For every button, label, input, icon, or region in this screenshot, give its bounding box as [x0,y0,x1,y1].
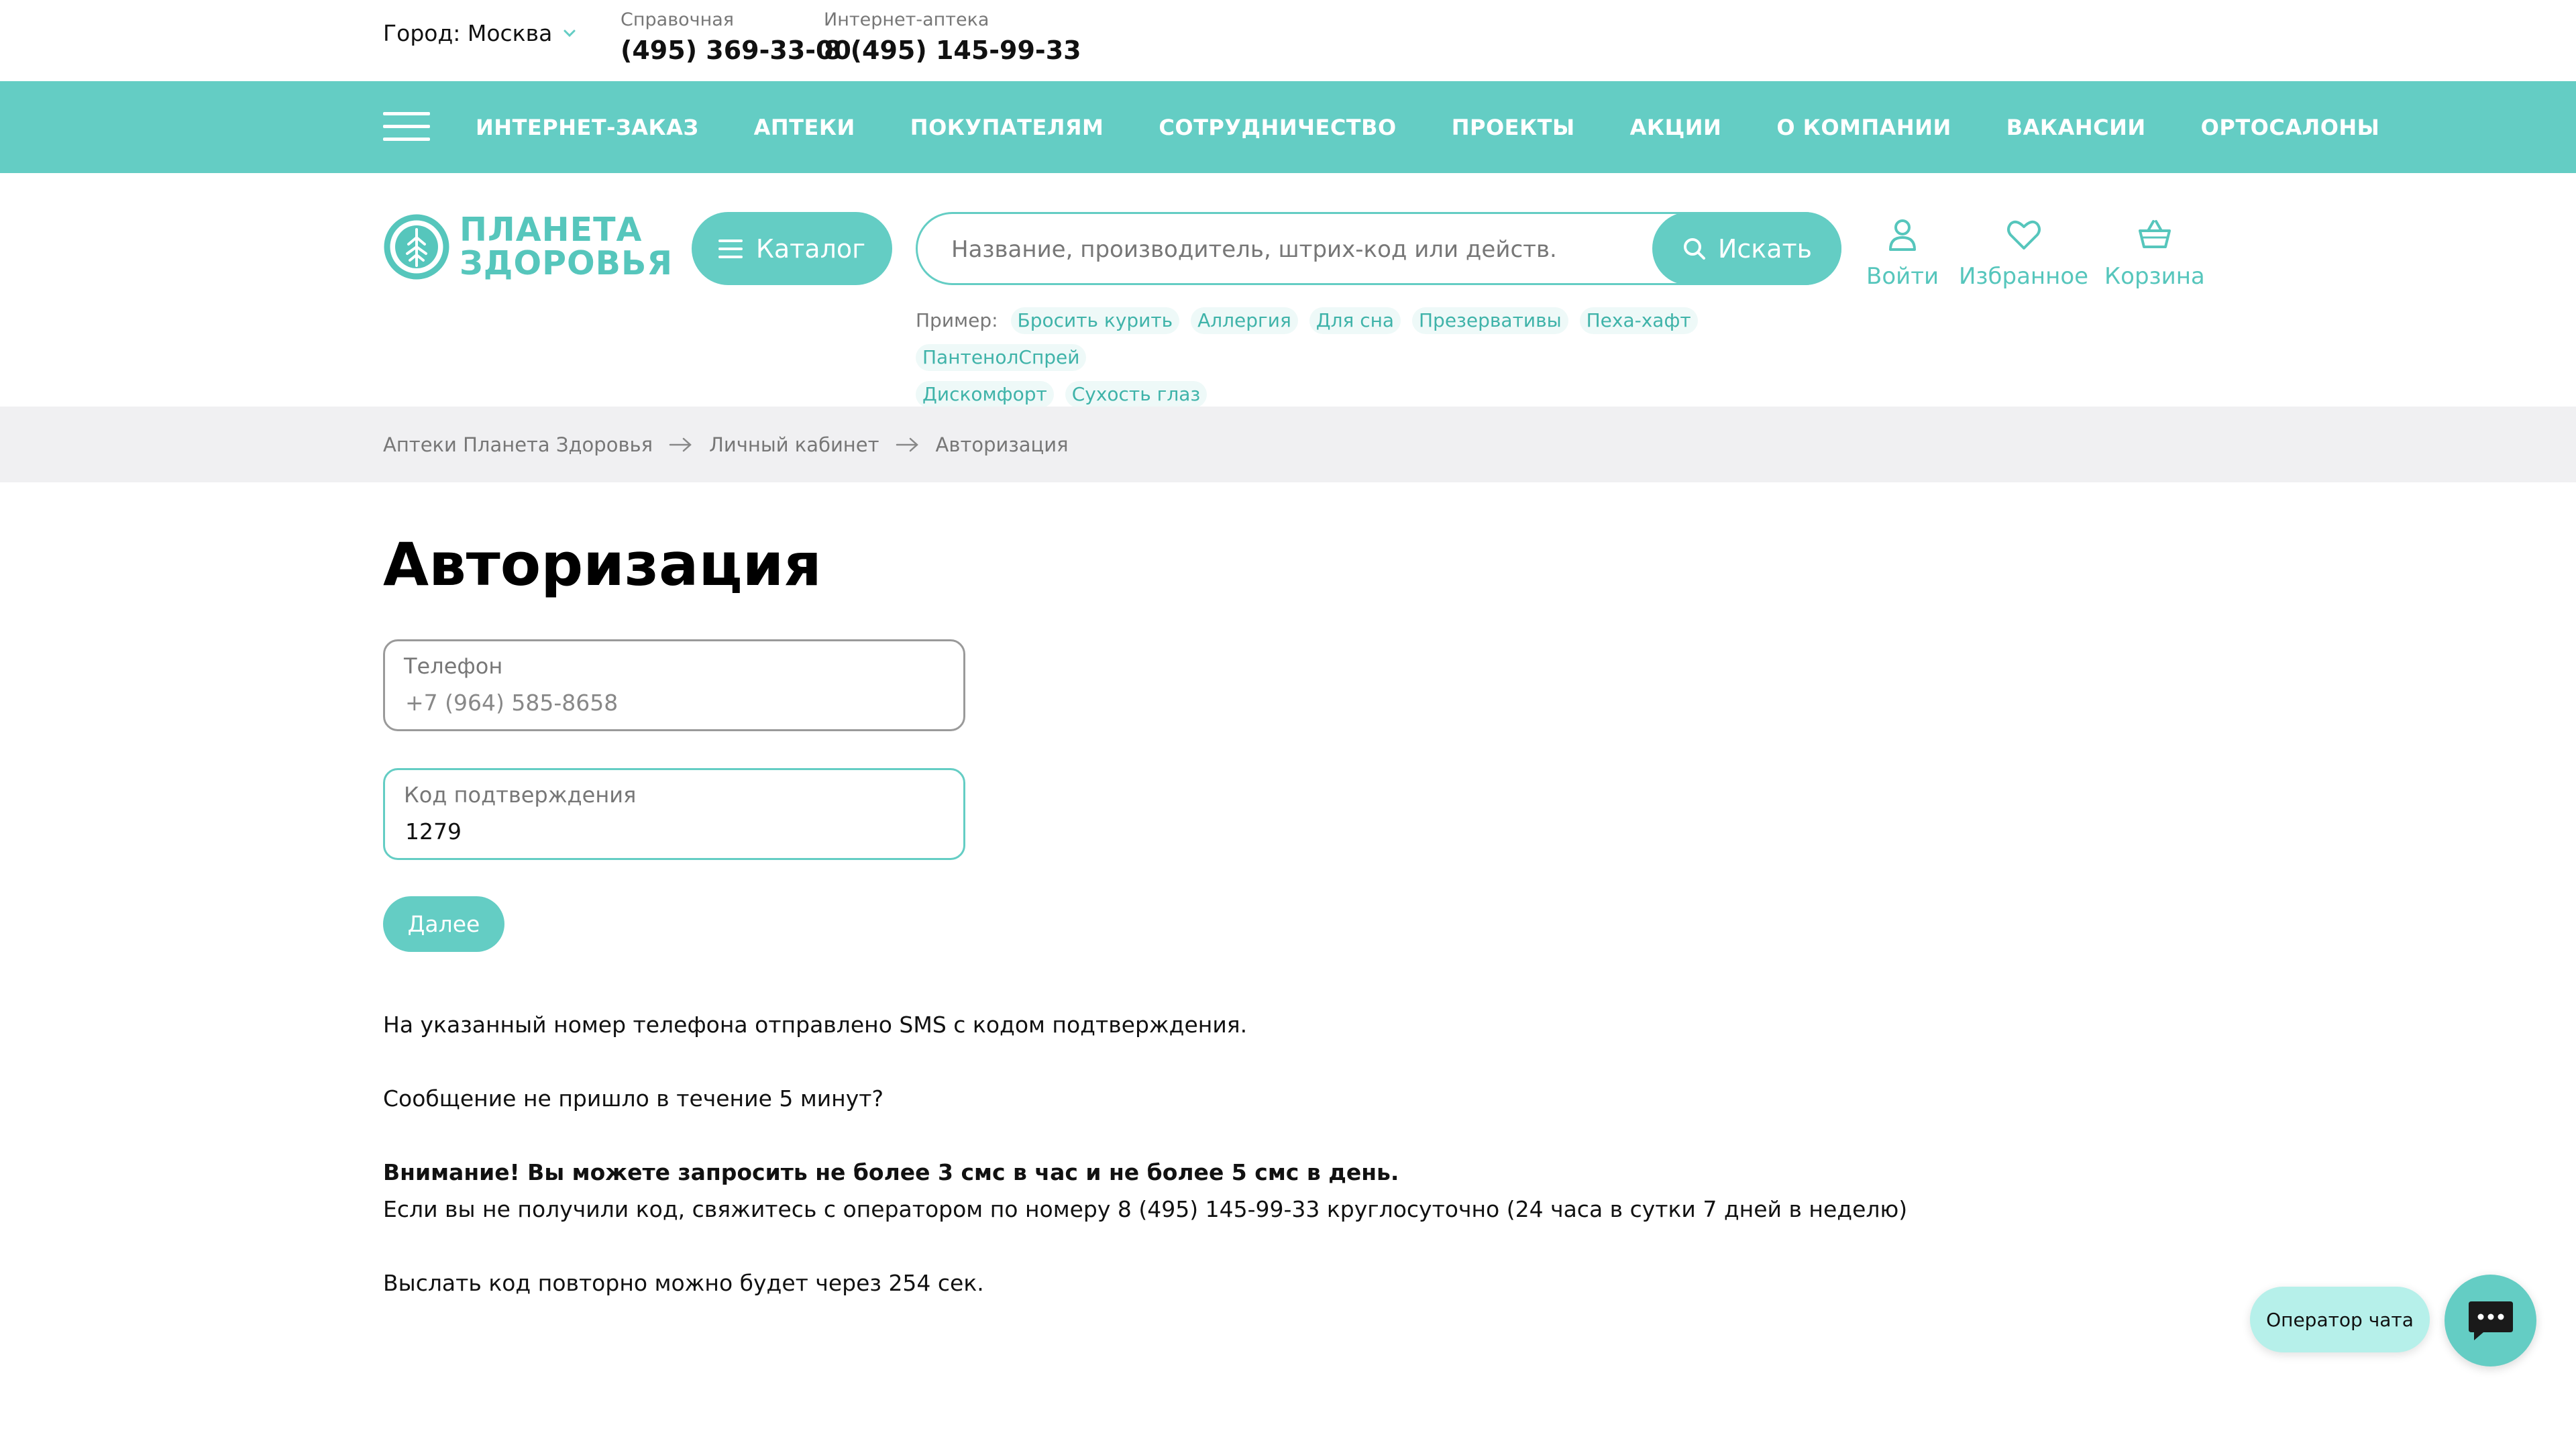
example-chip[interactable]: Для сна [1309,307,1401,334]
user-icon [1889,219,1917,251]
cart-link[interactable]: Корзина [2104,216,2205,290]
next-button[interactable]: Далее [383,896,504,952]
arrow-right-icon [896,437,918,451]
city-selector[interactable]: Город: Москва [383,20,578,46]
logo[interactable]: ПЛАНЕТА ЗДОРОВЬЯ [383,213,673,280]
menu-icon[interactable] [383,112,430,143]
cart-label: Корзина [2104,263,2205,290]
nav-item-about[interactable]: О КОМПАНИИ [1776,115,1951,140]
example-chip[interactable]: Дискомфорт [916,381,1054,408]
nav-item-pharmacies[interactable]: АПТЕКИ [754,115,855,140]
resend-countdown-text: Выслать код повторно можно будет через 2… [383,1270,984,1296]
nav-item-customers[interactable]: ПОКУПАТЕЛЯМ [910,115,1104,140]
top-bar: Город: Москва Справочная (495) 369-33-00… [0,0,2576,81]
phone-input[interactable] [405,690,942,716]
nav-item-cooperation[interactable]: СОТРУДНИЧЕСТВО [1159,115,1396,140]
breadcrumb: Аптеки Планета Здоровья Личный кабинет А… [0,407,2576,482]
nav-items: ИНТЕРНЕТ-ЗАКАЗ АПТЕКИ ПОКУПАТЕЛЯМ СОТРУД… [476,81,2434,173]
example-chip[interactable]: Аллергия [1191,307,1298,334]
favorites-link[interactable]: Избранное [1959,216,2088,290]
chat-bubble-icon [2468,1301,2513,1340]
arrow-right-icon [669,437,692,451]
catalog-label: Каталог [755,233,866,264]
nav-item-ortho-salons[interactable]: ОРТОСАЛОНЫ [2201,115,2380,140]
contact-label: Интернет-аптека [824,9,989,30]
search-examples: Пример: Бросить курить Аллергия Для сна … [916,302,1788,413]
search-bar: Искать [916,212,1841,285]
search-icon [1683,237,1705,260]
operator-contact-text: Если вы не получили код, свяжитесь с опе… [383,1196,1908,1222]
search-input[interactable] [950,214,1556,284]
contact-label: Справочная [621,9,735,30]
not-received-text: Сообщение не пришло в течение 5 минут? [383,1085,884,1112]
login-label: Войти [1866,263,1939,290]
sms-limit-warning: Внимание! Вы можете запросить не более 3… [383,1159,1399,1185]
favorites-label: Избранное [1959,263,2089,290]
example-chip[interactable]: Презервативы [1411,307,1568,334]
example-chip[interactable]: Пеха-хафт [1579,307,1698,334]
phone-field-label: Телефон [404,653,503,679]
example-chip[interactable]: Бросить курить [1010,307,1180,334]
chat-operator-label[interactable]: Оператор чата [2250,1287,2430,1352]
contact-phone[interactable]: (495) 369-33-00 [621,34,851,67]
breadcrumb-item-home[interactable]: Аптеки Планета Здоровья [383,433,653,456]
heart-icon [2006,220,2041,250]
menu-icon [718,239,743,258]
search-button-label: Искать [1717,233,1813,264]
code-field-label: Код подтверждения [404,782,637,808]
main-nav: ИНТЕРНЕТ-ЗАКАЗ АПТЕКИ ПОКУПАТЕЛЯМ СОТРУД… [0,81,2576,173]
breadcrumb-item-account[interactable]: Личный кабинет [709,433,879,456]
nav-item-internet-order[interactable]: ИНТЕРНЕТ-ЗАКАЗ [476,115,699,140]
login-link[interactable]: Войти [1866,216,1939,290]
catalog-button[interactable]: Каталог [692,212,892,285]
basket-icon [2138,220,2171,248]
logo-text: ПЛАНЕТА ЗДОРОВЬЯ [460,213,673,280]
example-chip[interactable]: Сухость глаз [1065,381,1208,408]
nav-item-vacancies[interactable]: ВАКАНСИИ [2006,115,2146,140]
phone-field[interactable]: Телефон [383,639,965,731]
contact-phone[interactable]: 8 (495) 145-99-33 [824,34,1081,67]
example-chip[interactable]: ПантенолСпрей [916,344,1087,371]
code-field[interactable]: Код подтверждения [383,768,965,860]
nav-item-promotions[interactable]: АКЦИИ [1630,115,1722,140]
chat-button[interactable] [2445,1275,2536,1366]
contact-reference: Справочная (495) 369-33-00 [621,7,851,67]
examples-label: Пример: [916,309,998,331]
nav-item-projects[interactable]: ПРОЕКТЫ [1452,115,1575,140]
breadcrumb-item-current: Авторизация [935,433,1069,456]
page-title: Авторизация [383,530,822,599]
logo-line-1: ПЛАНЕТА [460,211,643,249]
search-button[interactable]: Искать [1652,212,1841,285]
code-input[interactable] [405,818,942,845]
sms-sent-text: На указанный номер телефона отправлено S… [383,1012,1248,1038]
city-label: Город: Москва [383,20,553,46]
logo-line-2: ЗДОРОВЬЯ [460,244,674,282]
contact-online-pharmacy: Интернет-аптека 8 (495) 145-99-33 [824,7,1081,67]
logo-icon [384,214,449,280]
chevron-down-icon [564,30,576,37]
